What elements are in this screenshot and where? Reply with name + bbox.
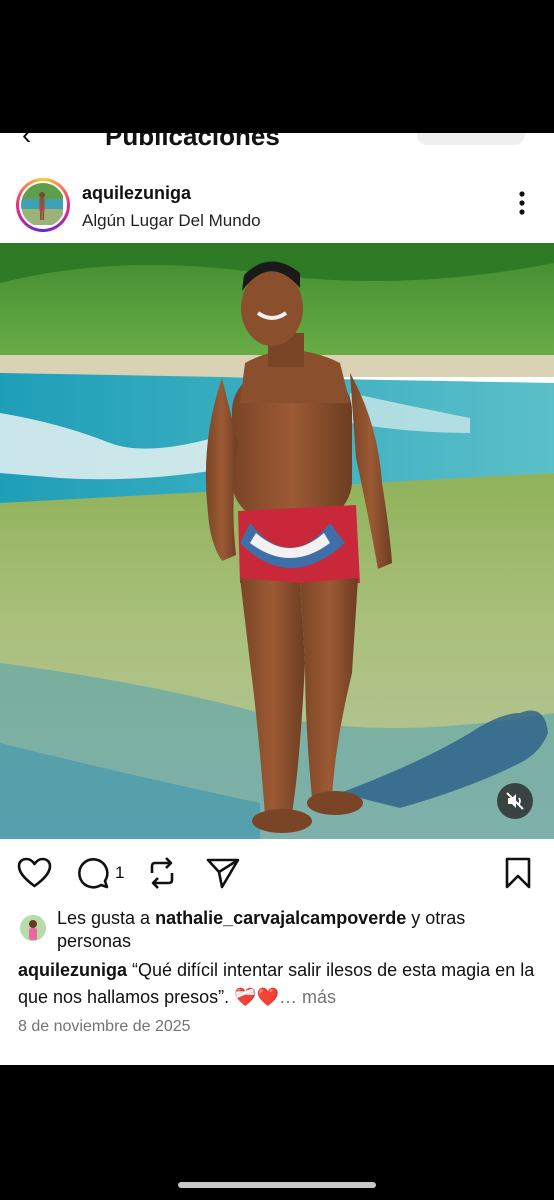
heart-icon[interactable] <box>17 853 52 893</box>
likes-text: Les gusta a nathalie_carvajalcampoverde … <box>57 908 466 951</box>
top-nav-bar: ‹ Publicaciones <box>0 133 554 153</box>
post-username[interactable]: aquilezuniga <box>82 183 191 204</box>
status-bar-area <box>0 0 554 133</box>
liker-avatar <box>20 915 46 941</box>
avatar[interactable] <box>16 178 70 232</box>
header-button[interactable] <box>417 133 525 145</box>
send-icon[interactable] <box>205 853 241 893</box>
caption-emoji: ❤️‍🩹❤️ <box>234 987 279 1007</box>
post-date: 8 de noviembre de 2025 <box>18 1018 191 1035</box>
comment-count: 1 <box>115 863 125 882</box>
comment-icon[interactable] <box>76 853 110 893</box>
post-card: aquilezuniga Algún Lugar Del Mundo 1 Les… <box>0 153 554 1065</box>
home-indicator[interactable] <box>178 1182 376 1188</box>
page-title: Publicaciones <box>105 133 280 151</box>
more-vertical-icon[interactable] <box>508 189 536 217</box>
speaker-muted-icon[interactable] <box>497 783 533 819</box>
liker-username[interactable]: nathalie_carvajalcampoverde <box>155 908 406 928</box>
repost-icon[interactable] <box>146 853 178 893</box>
post-caption: aquilezuniga “Qué difícil intentar salir… <box>18 957 538 1011</box>
post-location[interactable]: Algún Lugar Del Mundo <box>82 211 261 231</box>
system-nav-area <box>0 1065 554 1200</box>
post-photo[interactable] <box>0 243 554 839</box>
post-actions-bar: 1 <box>0 853 554 893</box>
back-arrow-icon[interactable]: ‹ <box>22 133 31 151</box>
caption-username[interactable]: aquilezuniga <box>18 960 127 980</box>
bookmark-icon[interactable] <box>504 853 532 893</box>
post-header: aquilezuniga Algún Lugar Del Mundo <box>0 153 554 243</box>
avatar-image <box>21 183 65 227</box>
caption-more-link[interactable]: … más <box>279 987 336 1007</box>
